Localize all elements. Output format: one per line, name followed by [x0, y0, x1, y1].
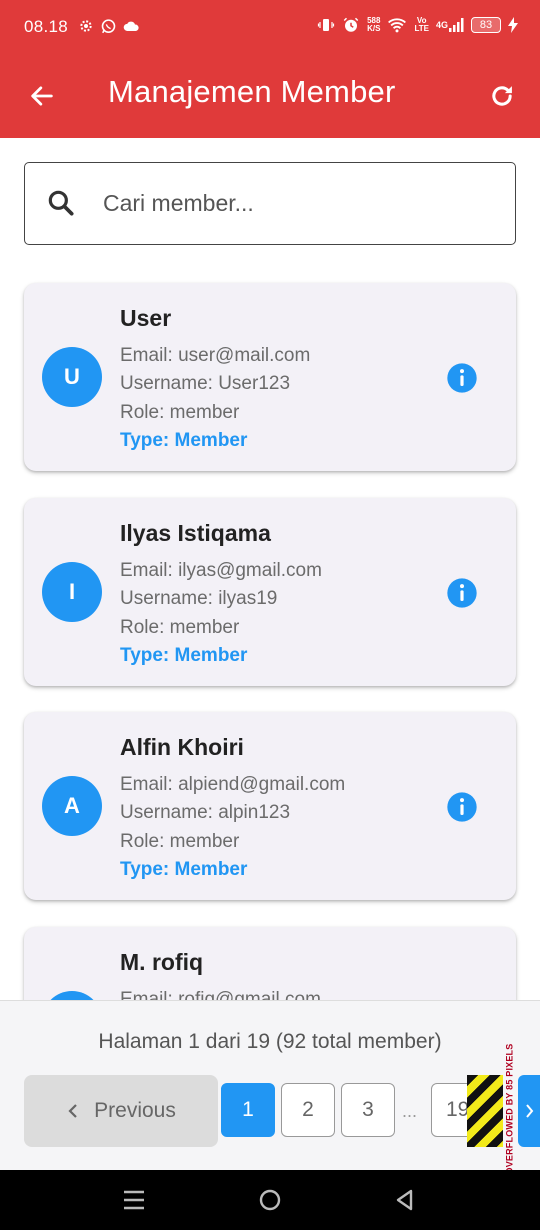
- next-button[interactable]: [518, 1075, 540, 1147]
- overflow-warning-text: OVERFLOWED BY 85 PIXELS: [504, 1043, 515, 1175]
- member-email: Email: rofiq@gmail.com: [120, 989, 321, 1000]
- signal-icon: 4G: [436, 14, 464, 36]
- search-input[interactable]: [103, 183, 493, 223]
- page-button-3[interactable]: 3: [341, 1083, 395, 1137]
- page-button-1[interactable]: 1: [221, 1083, 275, 1137]
- pagination-panel: Halaman 1 dari 19 (92 total member) Prev…: [0, 1000, 540, 1175]
- member-card[interactable]: U User Email: user@mail.com Username: Us…: [24, 283, 516, 471]
- home-icon[interactable]: [254, 1184, 286, 1216]
- info-icon[interactable]: [446, 362, 478, 394]
- charging-icon: [508, 14, 518, 36]
- avatar: I: [42, 562, 102, 622]
- previous-label: Previous: [94, 1099, 176, 1122]
- status-bar: 08.18 588 K/S Vo LTE 4G 83: [0, 0, 540, 54]
- member-email: Email: user@mail.com: [120, 345, 311, 366]
- previous-button[interactable]: Previous: [24, 1075, 218, 1147]
- member-username: Username: alpin123: [120, 802, 291, 823]
- cloud-icon: [123, 15, 140, 37]
- member-username: Username: User123: [120, 373, 291, 394]
- wifi-icon: [387, 14, 407, 36]
- volte-indicator: Vo LTE: [414, 16, 429, 33]
- back-icon[interactable]: [388, 1184, 420, 1216]
- alarm-icon: [342, 14, 360, 36]
- member-card[interactable]: I Ilyas Istiqama Email: ilyas@gmail.com …: [24, 498, 516, 686]
- app-bar: Manajemen Member: [0, 54, 540, 138]
- member-type: Type: Member: [120, 859, 248, 880]
- page-button-2[interactable]: 2: [281, 1083, 335, 1137]
- vibrate-icon: [317, 14, 335, 36]
- system-nav-bar: [0, 1170, 540, 1230]
- avatar: U: [42, 347, 102, 407]
- recents-icon[interactable]: [118, 1184, 150, 1216]
- member-email: Email: ilyas@gmail.com: [120, 560, 322, 581]
- chevron-left-icon: [68, 1104, 77, 1118]
- member-username: Username: ilyas19: [120, 588, 278, 609]
- member-card[interactable]: M M. rofiq Email: rofiq@gmail.com: [24, 927, 516, 1000]
- member-role: Role: member: [120, 617, 240, 638]
- whatsapp-icon: [100, 15, 117, 37]
- overflow-warning-stripe: [467, 1075, 503, 1147]
- page-title: Manajemen Member: [108, 74, 396, 109]
- avatar: A: [42, 776, 102, 836]
- member-email: Email: alpiend@gmail.com: [120, 774, 346, 795]
- member-list[interactable]: U User Email: user@mail.com Username: Us…: [0, 270, 540, 1000]
- pagination-summary: Halaman 1 dari 19 (92 total member): [98, 1030, 442, 1053]
- net-speed: 588 K/S: [367, 16, 381, 33]
- status-time: 08.18: [24, 17, 69, 36]
- member-name: User: [120, 305, 172, 331]
- top-bar: 08.18 588 K/S Vo LTE 4G 83 Manajemen Mem…: [0, 0, 540, 138]
- member-role: Role: member: [120, 831, 240, 852]
- member-card[interactable]: A Alfin Khoiri Email: alpiend@gmail.com …: [24, 712, 516, 900]
- avatar: M: [42, 991, 102, 1000]
- battery-indicator: 83: [471, 17, 501, 33]
- member-name: Ilyas Istiqama: [120, 520, 271, 546]
- member-name: Alfin Khoiri: [120, 734, 244, 760]
- page-ellipsis: ...: [402, 1101, 418, 1121]
- info-icon[interactable]: [446, 791, 478, 823]
- search-icon: [45, 187, 77, 219]
- member-name: M. rofiq: [120, 949, 204, 975]
- info-icon[interactable]: [446, 577, 478, 609]
- refresh-icon[interactable]: [482, 76, 522, 116]
- chevron-right-icon: [526, 1104, 534, 1118]
- member-type: Type: Member: [120, 645, 248, 666]
- member-role: Role: member: [120, 402, 240, 423]
- member-type: Type: Member: [120, 430, 248, 451]
- search-field[interactable]: [24, 162, 516, 245]
- settings-icon: [78, 15, 94, 37]
- arrow-left-icon[interactable]: [22, 76, 62, 116]
